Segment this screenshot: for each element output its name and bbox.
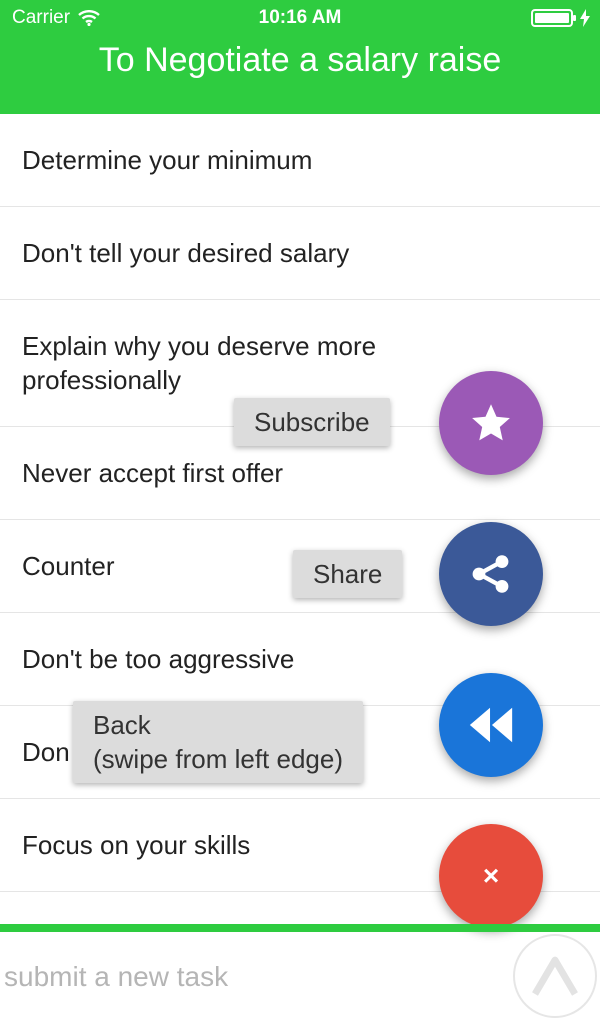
page-title: To Negotiate a salary raise — [98, 41, 502, 79]
task-label: Don't tell your desired salary — [22, 238, 350, 268]
battery-indicator — [531, 9, 590, 27]
back-label[interactable]: Back (swipe from left edge) — [73, 701, 363, 783]
footer-divider — [0, 924, 600, 932]
rewind-icon — [469, 707, 513, 743]
task-label: Don — [22, 737, 70, 767]
share-icon — [472, 555, 509, 593]
share-button[interactable] — [439, 522, 543, 626]
task-label: Focus on your skills — [22, 830, 251, 860]
task-label: Don't be too aggressive — [22, 644, 295, 674]
back-button[interactable] — [439, 673, 543, 777]
star-icon — [472, 404, 510, 441]
caret-up-icon — [532, 956, 578, 996]
clock: 10:16 AM — [258, 7, 342, 28]
task-item[interactable]: Determine your minimum — [0, 114, 600, 207]
submit-task-button[interactable] — [513, 934, 597, 1018]
subscribe-label[interactable]: Subscribe — [234, 398, 390, 446]
app-header: Carrier 10:16 AM To Negotiate a salary r… — [0, 0, 600, 114]
task-item[interactable]: Don't tell your desired salary — [0, 207, 600, 300]
new-task-input[interactable] — [0, 932, 500, 1022]
subscribe-button[interactable] — [439, 371, 543, 475]
task-label: Explain why you deserve more professiona… — [22, 331, 377, 395]
close-icon: × — [482, 860, 500, 891]
share-label[interactable]: Share — [293, 550, 403, 598]
task-label: Counter — [22, 551, 115, 581]
close-menu-button[interactable]: × — [439, 824, 543, 928]
task-label: Never accept first offer — [22, 458, 284, 488]
charging-icon — [580, 9, 590, 27]
battery-icon — [531, 9, 576, 27]
task-label: Determine your minimum — [22, 145, 313, 175]
status-bar: Carrier 10:16 AM — [0, 0, 600, 36]
